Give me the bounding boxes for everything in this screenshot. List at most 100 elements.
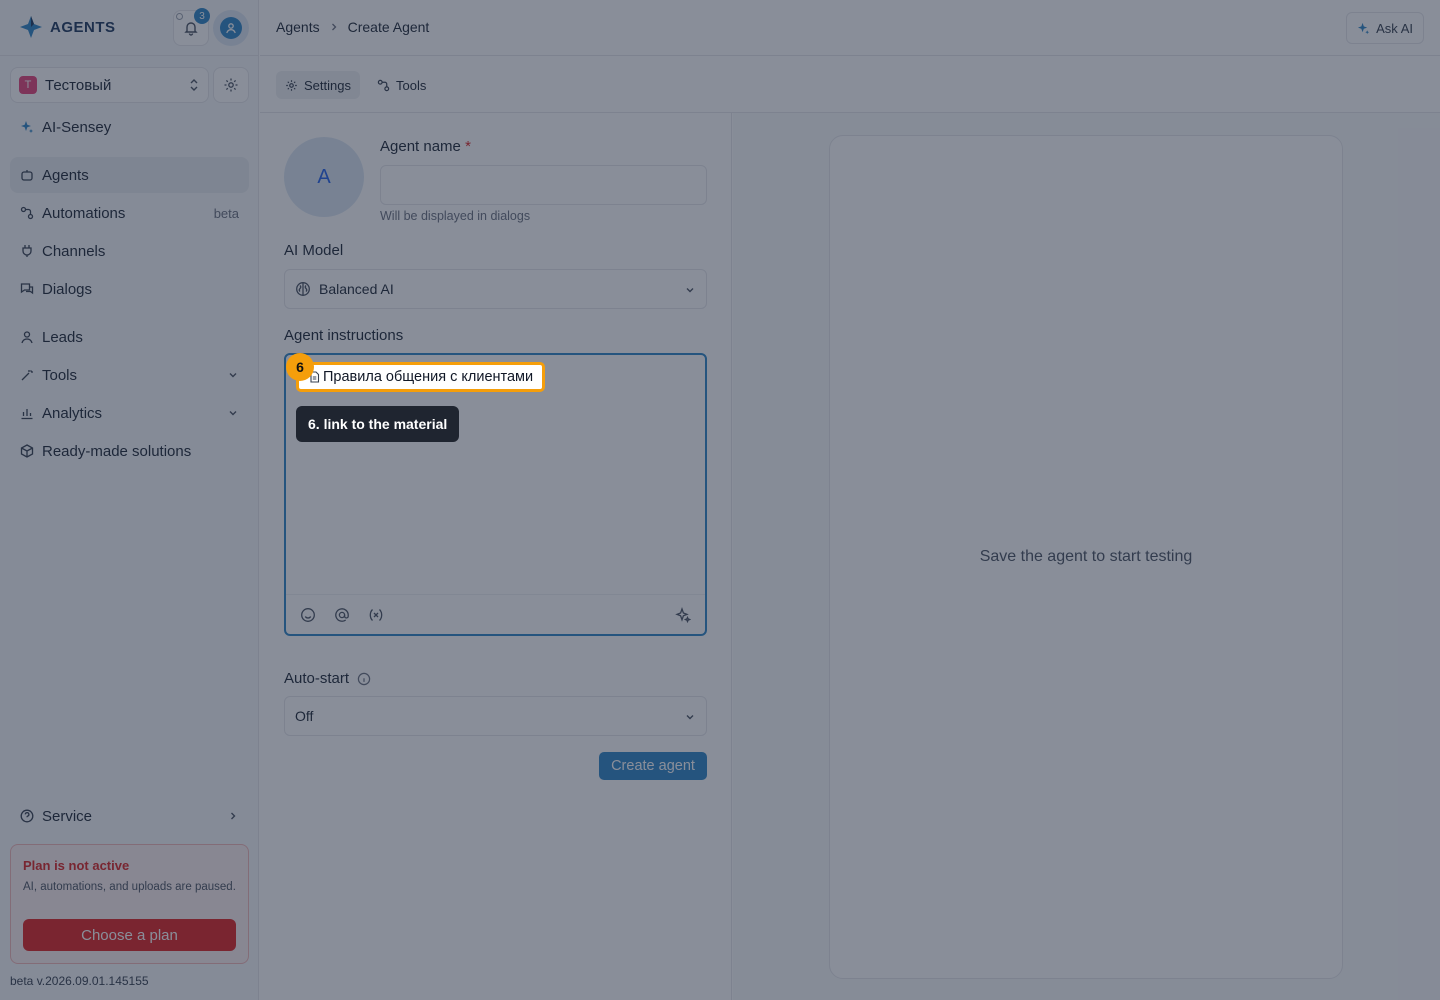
- workspace-select[interactable]: T Тестовый: [10, 67, 209, 103]
- sidebar-item-service[interactable]: Service: [10, 798, 249, 834]
- user-icon: [20, 330, 34, 344]
- agent-name-hint: Will be displayed in dialogs: [380, 209, 531, 223]
- wand-icon: [20, 368, 34, 382]
- agent-instructions-label: Agent instructions: [284, 327, 404, 344]
- sidebar-item-label: Automations: [42, 204, 126, 222]
- chevron-down-icon: [227, 369, 239, 381]
- material-link-chip[interactable]: Правила общения с клиентами: [296, 362, 546, 392]
- agent-name-input[interactable]: [380, 165, 707, 205]
- plug-icon: [20, 244, 34, 258]
- tab-label: Tools: [396, 77, 427, 93]
- variable-icon[interactable]: [368, 607, 384, 623]
- breadcrumb-current: Create Agent: [347, 19, 430, 35]
- notifications-badge: 3: [194, 8, 210, 24]
- ask-ai-label: Ask AI: [1376, 20, 1413, 36]
- sidebar-item-dialogs[interactable]: Dialogs: [10, 271, 249, 307]
- auto-start-label: Auto-start: [284, 670, 371, 687]
- auto-start-select[interactable]: Off: [284, 696, 707, 736]
- chat-icon: [20, 282, 34, 296]
- notifications-button[interactable]: 3: [173, 8, 210, 46]
- ask-ai-button[interactable]: Ask AI: [1346, 12, 1424, 44]
- chevron-right-icon: [227, 810, 239, 822]
- editor-toolbar: [286, 594, 705, 634]
- breadcrumb-agents-link[interactable]: Agents: [276, 19, 320, 35]
- tab-settings[interactable]: Settings: [276, 71, 360, 99]
- sidebar-item-label: Agents: [42, 166, 89, 184]
- tab-label: Settings: [304, 77, 351, 93]
- emoji-icon[interactable]: [300, 607, 316, 623]
- sidebar-item-label: Analytics: [42, 404, 103, 422]
- sidebar-item-label: Ready-made solutions: [42, 442, 192, 460]
- material-link-label: Правила общения с клиентами: [323, 369, 534, 385]
- auto-start-label-text: Auto-start: [284, 670, 350, 687]
- brain-icon: [295, 281, 311, 297]
- info-icon[interactable]: [357, 672, 371, 686]
- sidebar: AGENTS 3 T Тестовый AI-Sensey Agents Aut…: [0, 0, 259, 1000]
- tour-spotlight: Правила общения с клиентами 6 6. link to…: [260, 353, 740, 453]
- sidebar-item-agents[interactable]: Agents: [10, 157, 249, 193]
- chevron-down-icon: [684, 284, 696, 296]
- tour-step-marker: 6: [286, 353, 314, 381]
- bot-icon: [20, 168, 34, 182]
- sidebar-item-label: Channels: [42, 242, 106, 260]
- loading-icon: [176, 13, 183, 20]
- sidebar-item-label: AI-Sensey: [42, 118, 112, 136]
- sidebar-item-ready-made-solutions[interactable]: Ready-made solutions: [10, 433, 249, 469]
- plan-alert-description: AI, automations, and uploads are paused.: [23, 881, 236, 893]
- sidebar-item-analytics[interactable]: Analytics: [10, 395, 249, 431]
- sidebar-item-channels[interactable]: Channels: [10, 233, 249, 269]
- sidebar-item-label: Service: [42, 807, 93, 825]
- help-icon: [20, 809, 34, 823]
- sidebar-item-automations[interactable]: Automations beta: [10, 195, 249, 231]
- agent-name-label: Agent name *: [380, 138, 471, 155]
- sparkle-icon: [20, 120, 34, 134]
- sidebar-item-leads[interactable]: Leads: [10, 319, 249, 355]
- tour-tooltip: 6. link to the material: [296, 406, 460, 442]
- plan-inactive-alert: Plan is not active AI, automations, and …: [10, 844, 249, 964]
- sidebar-item-tools[interactable]: Tools: [10, 357, 249, 393]
- box-icon: [20, 444, 34, 458]
- workspace-settings-button[interactable]: [213, 67, 249, 103]
- chevron-right-icon: [328, 21, 340, 33]
- gear-icon: [285, 79, 298, 92]
- tab-tools[interactable]: Tools: [368, 71, 435, 99]
- preview-card: Save the agent to start testing: [829, 135, 1343, 979]
- ai-sparkle-icon[interactable]: [675, 606, 691, 623]
- top-bar: Agents Create Agent Ask AI: [260, 0, 1440, 56]
- user-icon: [220, 17, 242, 39]
- required-mark: *: [465, 138, 471, 155]
- beta-badge: beta: [213, 205, 239, 221]
- create-agent-button[interactable]: Create agent: [599, 752, 707, 780]
- sidebar-item-ai-sensey[interactable]: AI-Sensey: [10, 109, 249, 145]
- logo-text: AGENTS: [50, 18, 116, 36]
- agent-name-label-text: Agent name: [380, 138, 461, 155]
- logo-star-icon: [18, 14, 44, 40]
- sidebar-item-label: Dialogs: [42, 280, 93, 298]
- workspace-avatar: T: [19, 76, 37, 94]
- chevron-down-icon: [227, 407, 239, 419]
- agent-preview-panel: Save the agent to start testing: [733, 113, 1440, 1000]
- app-version: beta v.2026.09.01.145155: [10, 974, 149, 988]
- agent-avatar-upload[interactable]: A: [284, 137, 364, 217]
- plan-alert-title: Plan is not active: [23, 858, 130, 873]
- chart-icon: [20, 406, 34, 420]
- app-root: AGENTS 3 T Тестовый AI-Sensey Agents Aut…: [0, 0, 1440, 1000]
- sidebar-header: AGENTS 3: [0, 0, 259, 56]
- chevron-down-icon: [684, 711, 696, 723]
- logo[interactable]: AGENTS: [18, 14, 116, 40]
- sparkle-icon: [1357, 22, 1370, 35]
- choose-plan-button[interactable]: Choose a plan: [23, 919, 236, 951]
- tabs-bar: Settings Tools: [260, 57, 1440, 113]
- ai-model-value: Balanced AI: [319, 281, 394, 297]
- user-menu-button[interactable]: [213, 10, 249, 46]
- chevron-updown-icon: [188, 78, 200, 92]
- ai-model-label: AI Model: [284, 242, 344, 259]
- preview-empty-message: Save the agent to start testing: [979, 548, 1193, 565]
- ai-model-select[interactable]: Balanced AI: [284, 269, 707, 309]
- breadcrumb: Agents Create Agent: [276, 19, 429, 35]
- mention-at-icon[interactable]: [334, 607, 350, 623]
- sidebar-item-label: Leads: [42, 328, 83, 346]
- auto-start-value: Off: [295, 708, 314, 724]
- sidebar-item-label: Tools: [42, 366, 78, 384]
- workflow-icon: [20, 206, 34, 220]
